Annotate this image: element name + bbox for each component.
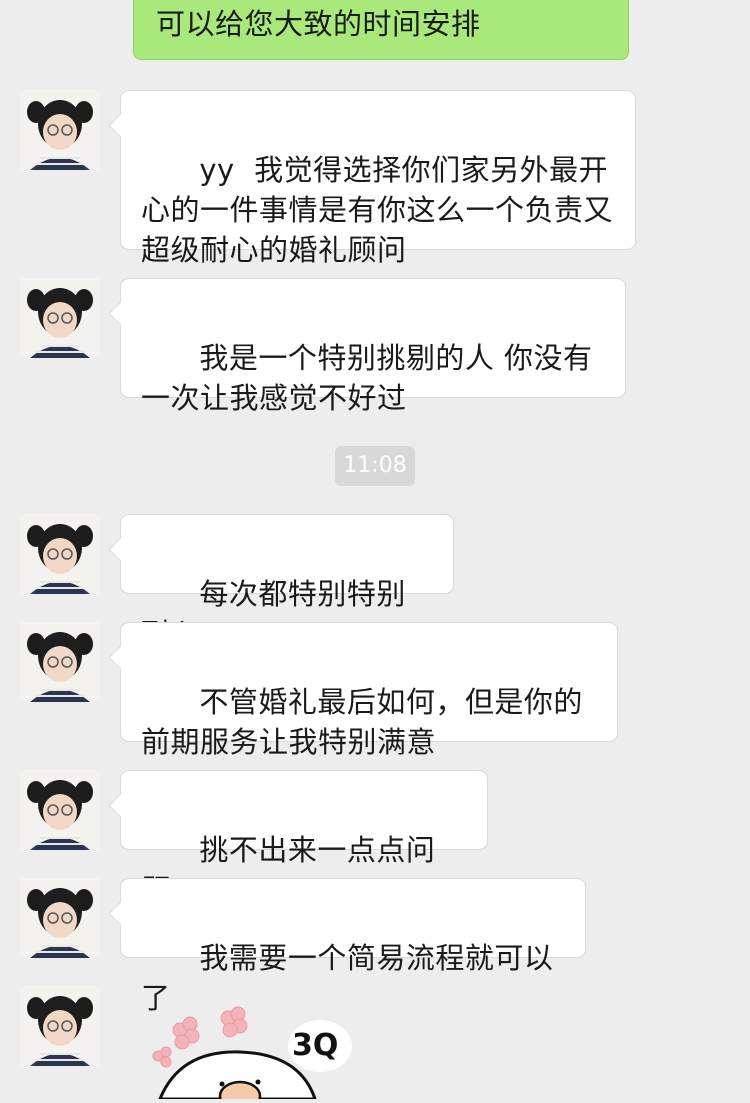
avatar-image: [20, 622, 100, 702]
thank-you-sticker[interactable]: 3Q: [140, 1000, 380, 1103]
incoming-message-bubble[interactable]: yy 我觉得选择你们家另外最开心的一件事情是有你这么一个负责又超级耐心的婚礼顾问: [120, 90, 636, 267]
avatar-image: [20, 986, 100, 1066]
avatar-image: [20, 514, 100, 594]
avatar-image: [20, 278, 100, 358]
outgoing-message-bubble[interactable]: 可以给您大致的时间安排: [133, 0, 629, 60]
avatar[interactable]: [20, 514, 100, 594]
avatar[interactable]: [20, 278, 100, 358]
chat-window[interactable]: 可以给您大致的时间安排 yy 我觉得选择你们家另外最开心的一件事情是有你这么一个…: [0, 0, 750, 1103]
incoming-message-bubble[interactable]: 我需要一个简易流程就可以了: [120, 878, 586, 1015]
avatar-image: [20, 878, 100, 958]
avatar-image: [20, 90, 100, 170]
avatar[interactable]: [20, 770, 100, 850]
sticker-text: 3Q: [292, 1028, 339, 1063]
incoming-message-bubble[interactable]: 不管婚礼最后如何，但是你的前期服务让我特别满意: [120, 622, 618, 759]
incoming-message-bubble[interactable]: 每次都特别特别耐心: [120, 514, 454, 651]
message-text: 我是一个特别挑剔的人 你没有一次让我感觉不好过: [141, 341, 593, 415]
avatar[interactable]: [20, 622, 100, 702]
avatar[interactable]: [20, 986, 100, 1066]
sticker-image: [152, 1006, 352, 1103]
message-text: yy 我觉得选择你们家另外最开心的一件事情是有你这么一个负责又超级耐心的婚礼顾问: [141, 153, 614, 267]
incoming-message-bubble[interactable]: 挑不出来一点点问题。: [120, 770, 488, 907]
avatar-image: [20, 770, 100, 850]
incoming-message-bubble[interactable]: 我是一个特别挑剔的人 你没有一次让我感觉不好过: [120, 278, 626, 415]
message-text: 不管婚礼最后如何，但是你的前期服务让我特别满意: [141, 685, 583, 759]
avatar[interactable]: [20, 878, 100, 958]
outgoing-message-text: 可以给您大致的时间安排: [156, 7, 481, 41]
avatar[interactable]: [20, 90, 100, 170]
message-timestamp: 11:08: [335, 446, 415, 486]
